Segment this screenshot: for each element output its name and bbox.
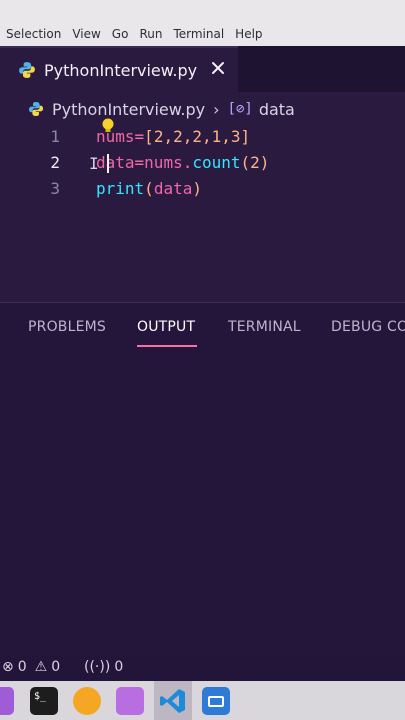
menu-view[interactable]: View — [72, 27, 100, 41]
code-line-2[interactable]: 2 I data=nums.count(2) — [0, 150, 405, 176]
code-text: print(data) — [96, 179, 202, 198]
code-line-1[interactable]: 1 nums=[2,2,2,1,3] — [0, 118, 405, 150]
menu-terminal[interactable]: Terminal — [173, 27, 224, 41]
menu-help[interactable]: Help — [235, 27, 262, 41]
warning-count: 0 — [51, 659, 61, 675]
menu-run[interactable]: Run — [139, 27, 162, 41]
menu-go[interactable]: Go — [112, 27, 129, 41]
menu-selection[interactable]: Selection — [6, 27, 61, 41]
error-icon: ⊗ — [2, 659, 14, 675]
status-bar: ⊗ 0 ⚠ 0 ((·)) 0 — [0, 655, 405, 681]
vscode-icon[interactable] — [159, 687, 187, 715]
files-icon[interactable] — [116, 687, 144, 715]
tab-label: PythonInterview.py — [44, 60, 198, 80]
app-icon[interactable] — [0, 687, 14, 715]
close-icon[interactable] — [210, 60, 226, 76]
breadcrumb-file[interactable]: PythonInterview.py — [52, 100, 205, 119]
python-icon — [19, 62, 35, 78]
code-text: nums=[2,2,2,1,3] — [96, 127, 251, 146]
taskbar-dock: $_ — [0, 681, 405, 720]
code-text: data=nums.count(2) — [96, 153, 270, 172]
chevron-right-icon: › — [213, 99, 220, 119]
terminal-icon[interactable]: $_ — [30, 687, 58, 715]
screenshot-icon[interactable] — [202, 687, 230, 715]
code-line-3[interactable]: 3 print(data) — [0, 176, 405, 202]
text-caret — [107, 154, 109, 173]
code-editor[interactable]: PythonInterview.py › [⊘] data 1 nums=[2,… — [0, 92, 405, 302]
error-count: 0 — [17, 659, 27, 675]
line-number: 3 — [50, 179, 60, 198]
tab-output[interactable]: OUTPUT — [137, 319, 195, 335]
warning-icon: ⚠ — [34, 659, 48, 675]
line-number: 2 — [50, 153, 60, 172]
bottom-panel: PROBLEMS OUTPUT TERMINAL DEBUG CO — [0, 302, 405, 655]
variable-icon: [⊘] — [227, 101, 253, 117]
tab-terminal[interactable]: TERMINAL — [228, 319, 301, 335]
line-number: 1 — [50, 127, 60, 146]
breadcrumb-symbol[interactable]: data — [259, 100, 295, 119]
tab-pythoninterview[interactable]: PythonInterview.py — [0, 46, 238, 92]
panel-tabs: PROBLEMS OUTPUT TERMINAL DEBUG CO — [0, 303, 405, 349]
ports-status[interactable]: ((·)) 0 — [84, 659, 123, 675]
menu-items: Selection View Go Run Terminal Help — [6, 27, 263, 41]
problems-status[interactable]: ⊗ 0 ⚠ 0 — [2, 659, 60, 675]
broadcast-icon: ((·)) — [84, 659, 111, 675]
editor-tab-bar: PythonInterview.py — [0, 46, 405, 92]
firefox-icon[interactable] — [73, 687, 101, 715]
active-tab-indicator — [137, 345, 197, 347]
tab-debug-console[interactable]: DEBUG CO — [331, 319, 405, 335]
breadcrumb: PythonInterview.py › [⊘] data — [28, 98, 295, 120]
python-icon — [29, 102, 43, 116]
tab-problems[interactable]: PROBLEMS — [28, 319, 106, 335]
ports-count: 0 — [114, 659, 124, 675]
menu-bar: Selection View Go Run Terminal Help — [0, 0, 405, 46]
code-lines[interactable]: 1 nums=[2,2,2,1,3] 2 I data=nums.count(2… — [0, 118, 405, 202]
